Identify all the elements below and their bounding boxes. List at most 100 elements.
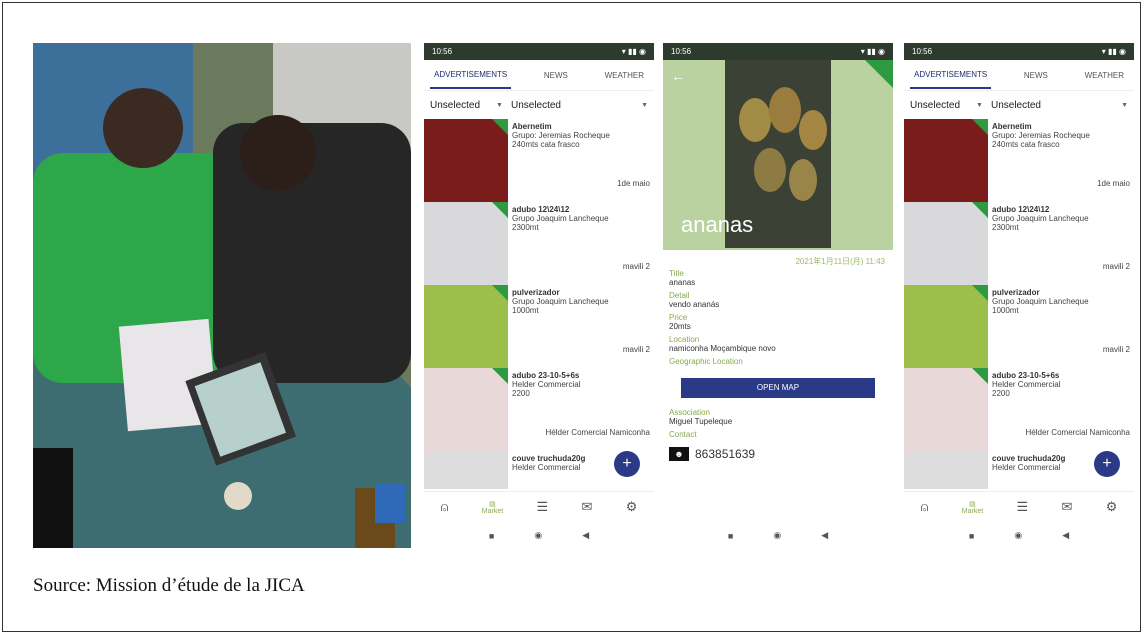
list-item[interactable]: pulverizador Grupo Joaquim Lancheque 1000m… [904,285,1134,368]
tab-weather[interactable]: WEATHER [601,63,648,88]
list-item[interactable]: adubo 23-10-5+6s Helder Commercial 2200 Hél… [424,368,654,451]
gear-icon[interactable]: ⚙ [1106,499,1118,515]
tab-advertisements[interactable]: ADVERTISEMENTS [910,62,992,89]
system-nav: ■ ◉ ◀ [663,523,893,548]
item-title: adubo 12\24\12 [512,205,570,214]
gear-icon[interactable]: ⚙ [626,499,638,515]
list-item[interactable]: adubo 12\24\12 Grupo Joaquim Lancheque 230… [424,202,654,285]
item-thumbnail [424,451,508,489]
market-tab[interactable]: ▤ Market [482,500,503,515]
item-line: 1000mt [992,306,1019,315]
list-item[interactable]: Abernetim Grupo: Jeremias Rocheque 240mts … [904,119,1134,202]
filter-2[interactable]: Unselected [991,100,1041,111]
item-right: 1de maio [1097,179,1130,188]
system-nav: ■ ◉ ◀ [424,523,654,548]
item-line: Grupo Joaquim Lancheque [992,297,1089,306]
item-line: 2300mt [992,223,1019,232]
dropdown-icon[interactable]: ▼ [1121,102,1128,109]
recents-icon[interactable]: ■ [728,531,733,541]
filters: Unselected ▼ Unselected ▼ [424,91,654,119]
ad-list: Abernetim Grupo: Jeremias Rocheque 240mts … [904,119,1134,489]
mail-icon[interactable]: ✉ [581,499,592,515]
field-location: Location namiconha Moçambique novo [669,335,776,353]
user-icon[interactable]: ⍝ [441,499,449,515]
item-thumbnail [424,119,508,202]
list-item[interactable]: Abernetim Grupo: Jeremias Rocheque 240mts … [424,119,654,202]
item-line: 2200 [992,389,1010,398]
back-icon[interactable]: ◀ [582,530,589,541]
status-bar: 10:56 ▾ ▮▮ ◉ [904,43,1134,60]
back-icon[interactable]: ◀ [1062,530,1069,541]
item-thumbnail [904,202,988,285]
phone-detail-screen: 10:56 ▾ ▮▮ ◉ ← ananas 2021年1月11日(月) 11:4… [663,43,893,548]
list-item[interactable]: adubo 12\24\12 Grupo Joaquim Lancheque 230… [904,202,1134,285]
geo-label: Geographic Location [669,357,743,366]
tab-news[interactable]: NEWS [1020,63,1052,88]
item-right: Hélder Comercial Namiconha [1025,428,1130,437]
hero-image: ← ananas [663,60,893,250]
bottom-nav: ⍝ ▤ Market ☰ ✉ ⚙ [424,491,654,522]
recents-icon[interactable]: ■ [969,531,974,541]
field-title: Title ananas [669,269,696,287]
user-icon[interactable]: ⍝ [921,499,929,515]
dropdown-icon[interactable]: ▼ [641,102,648,109]
status-bar: 10:56 ▾ ▮▮ ◉ [424,43,654,60]
item-line: 240mts cata frasco [992,140,1060,149]
item-thumbnail [904,119,988,202]
dropdown-icon[interactable]: ▼ [976,102,983,109]
market-icon: ▤ [489,500,496,508]
home-icon[interactable]: ◉ [773,530,781,541]
home-icon[interactable]: ◉ [1014,530,1022,541]
add-button[interactable]: + [1094,451,1120,477]
item-title: Abernetim [992,122,1032,131]
recents-icon[interactable]: ■ [489,531,494,541]
status-time: 10:56 [912,47,933,56]
item-right: mavili 2 [1102,262,1130,271]
item-line: 240mts cata frasco [512,140,580,149]
market-icon: ▤ [969,500,976,508]
market-tab[interactable]: ▤ Market [962,500,983,515]
status-time: 10:56 [432,47,453,56]
item-line: Grupo: Jeremias Rocheque [992,131,1090,140]
item-line: Grupo Joaquim Lancheque [512,297,609,306]
mail-icon[interactable]: ✉ [1061,499,1072,515]
filter-1[interactable]: Unselected [910,100,960,111]
ad-list: Abernetim Grupo: Jeremias Rocheque 240mts … [424,119,654,489]
contact-label: Contact [669,430,697,439]
filter-1[interactable]: Unselected [430,100,480,111]
item-title: adubo 23-10-5+6s [512,371,580,380]
item-thumbnail [904,285,988,368]
database-icon[interactable]: ☰ [537,499,549,515]
open-map-button[interactable]: OPEN MAP [681,378,875,398]
item-line: Helder Commercial [512,380,581,389]
item-line: Grupo Joaquim Lancheque [512,214,609,223]
item-right: mavili 2 [1102,345,1130,354]
item-title: Abernetim [512,122,552,131]
item-thumbnail [424,202,508,285]
item-thumbnail [904,368,988,451]
tabs: ADVERTISEMENTS NEWS WEATHER [904,60,1134,91]
caption: Source: Mission d’étude de la JICA [33,575,305,596]
contact-phone[interactable]: ☻ 863851639 [663,441,893,467]
database-icon[interactable]: ☰ [1017,499,1029,515]
item-line: 2200 [512,389,530,398]
status-icons: ▾ ▮▮ ◉ [1101,47,1126,56]
item-right: mavili 2 [622,262,650,271]
item-title: adubo 23-10-5+6s [992,371,1060,380]
status-time: 10:56 [671,47,692,56]
market-label: Market [961,507,984,515]
tab-advertisements[interactable]: ADVERTISEMENTS [430,62,512,89]
filter-2[interactable]: Unselected [511,100,561,111]
post-date: 2021年1月11日(月) 11:43 [795,257,885,266]
tab-weather[interactable]: WEATHER [1081,63,1128,88]
add-button[interactable]: + [614,451,640,477]
home-icon[interactable]: ◉ [534,530,542,541]
back-arrow-icon[interactable]: ← [671,68,685,84]
back-icon[interactable]: ◀ [821,530,828,541]
field-detail: Detail vendo ananás [669,291,720,309]
list-item[interactable]: pulverizador Grupo Joaquim Lancheque 1000m… [424,285,654,368]
dropdown-icon[interactable]: ▼ [496,102,503,109]
tab-news[interactable]: NEWS [540,63,572,88]
item-line: 2300mt [512,223,539,232]
list-item[interactable]: adubo 23-10-5+6s Helder Commercial 2200 Hél… [904,368,1134,451]
